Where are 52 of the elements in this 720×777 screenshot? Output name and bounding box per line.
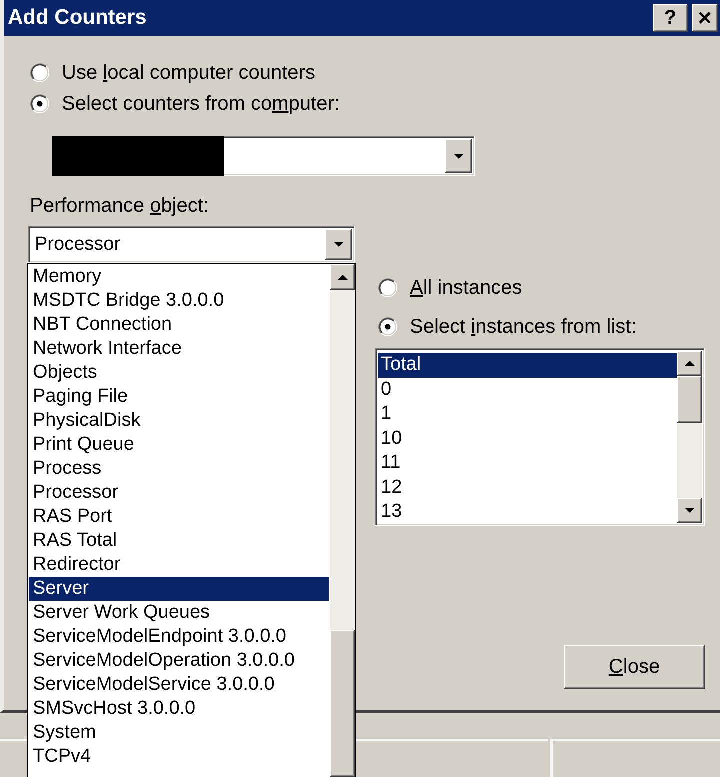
radio-option[interactable]: All instances (378, 272, 522, 304)
help-button[interactable]: ? (653, 4, 688, 32)
list-item[interactable]: 1 (378, 402, 677, 426)
dropdown-button[interactable] (325, 229, 352, 260)
scroll-up-button[interactable] (330, 264, 355, 290)
dropdown-item[interactable]: Server (29, 577, 329, 601)
list-item[interactable]: 11 (378, 451, 677, 476)
dropdown-item[interactable]: NBT Connection (29, 313, 329, 337)
dropdown-item[interactable]: Server Work Queues (29, 601, 329, 625)
scroll-down-button[interactable] (677, 498, 702, 523)
dropdown-item[interactable]: ServiceModelOperation 3.0.0.0 (29, 649, 329, 673)
caret-down-icon (684, 508, 694, 513)
performance-object-combo-box[interactable]: Processor (28, 226, 355, 263)
dropdown-item[interactable]: RAS Total (29, 529, 329, 553)
performance-object-label: Performance object: (30, 195, 209, 217)
dropdown-item[interactable]: Processor (29, 481, 329, 505)
computer-combo-box[interactable] (52, 136, 475, 176)
radio-option[interactable]: Select instances from list: (378, 312, 637, 342)
dropdown-item[interactable]: MSDTC Bridge 3.0.0.0 (29, 289, 329, 313)
dropdown-item[interactable]: RAS Port (29, 505, 329, 529)
list-item[interactable]: 13 (378, 500, 677, 524)
dropdown-item[interactable]: Print Queue (29, 433, 329, 457)
list-item[interactable]: 12 (378, 476, 677, 500)
dropdown-item[interactable]: SMSvcHost 3.0.0.0 (29, 697, 329, 721)
dropdown-item[interactable]: Network Interface (29, 337, 329, 361)
dropdown-item[interactable]: Redirector (29, 553, 329, 577)
caret-down-icon (454, 154, 464, 158)
dropdown-item[interactable]: ServiceModelService 3.0.0.0 (29, 673, 329, 697)
window-close-button[interactable] (692, 4, 718, 32)
scrollbar-thumb[interactable] (677, 376, 702, 423)
caret-down-icon (334, 242, 344, 247)
caret-up-icon (684, 361, 694, 366)
dropdown-item[interactable]: PhysicalDisk (29, 409, 329, 433)
scroll-up-button[interactable] (677, 351, 702, 376)
radio-option[interactable]: Select counters from computer: (30, 88, 340, 120)
list-item[interactable]: Total (378, 353, 677, 378)
close-icon (698, 12, 712, 24)
scrollbar-thumb[interactable] (330, 630, 355, 777)
dropdown-item[interactable]: System (29, 721, 329, 745)
list-item[interactable]: 0 (378, 378, 677, 402)
dropdown-item[interactable]: Paging File (29, 385, 329, 409)
radio-option[interactable]: Use local computer counters (30, 58, 316, 88)
dropdown-item[interactable]: Memory (29, 265, 329, 289)
dropdown-button[interactable] (445, 139, 472, 173)
close-button[interactable]: Close (564, 645, 705, 689)
window-title: Add Counters (8, 6, 148, 30)
dropdown-item[interactable]: TCPv4 (29, 745, 329, 769)
caret-up-icon (338, 274, 348, 280)
dropdown-item[interactable]: Process (29, 457, 329, 481)
dropdown-item[interactable]: ServiceModelEndpoint 3.0.0.0 (29, 625, 329, 649)
list-item[interactable]: 10 (378, 426, 677, 451)
dropdown-item[interactable]: Objects (29, 361, 329, 385)
